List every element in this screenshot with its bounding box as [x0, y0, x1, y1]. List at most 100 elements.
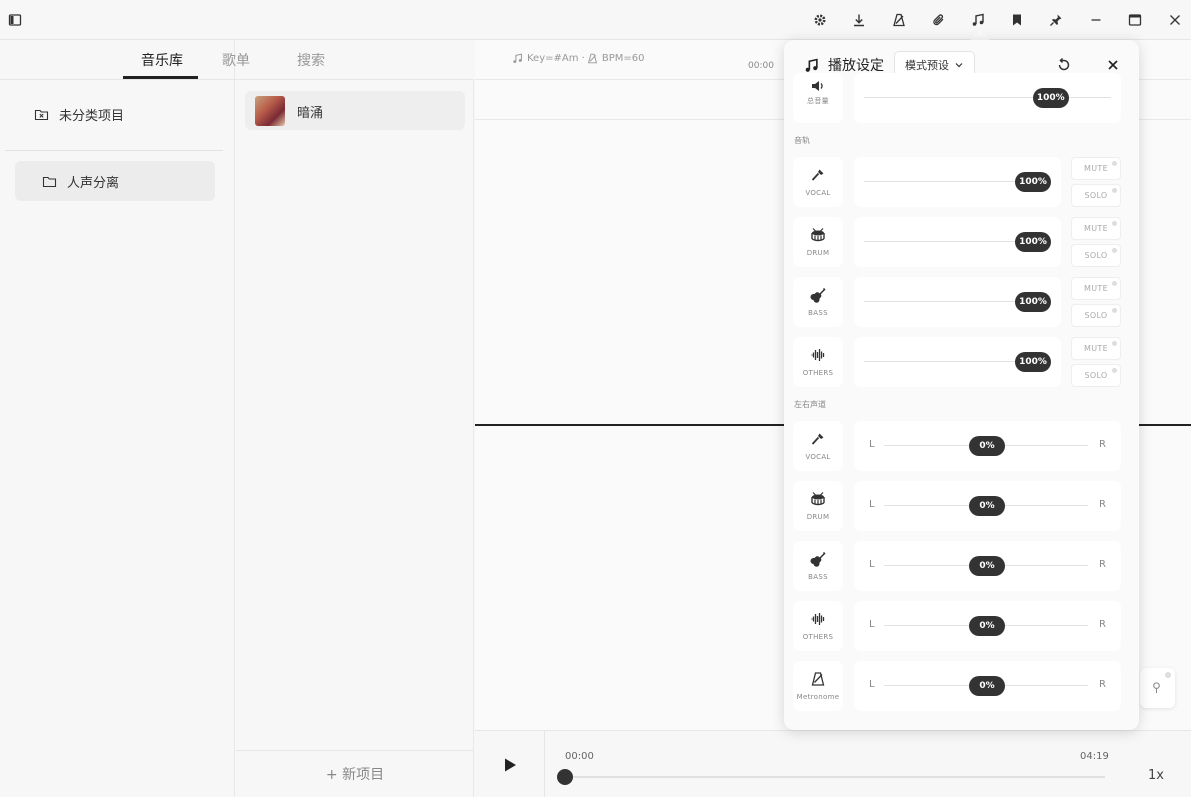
status-dot [1112, 161, 1117, 166]
mute-button[interactable]: MUTE [1071, 217, 1121, 240]
new-project-button[interactable]: + 新项目 [236, 750, 474, 797]
pan-slider[interactable]: L 0% R [854, 421, 1121, 471]
chevron-down-icon [955, 63, 963, 68]
mute-button[interactable]: MUTE [1071, 277, 1121, 300]
pan-track-name: Metronome [796, 693, 840, 701]
pan-slider[interactable]: L 0% R [854, 661, 1121, 711]
speaker-icon [812, 81, 823, 91]
mute-label: MUTE [1084, 344, 1108, 353]
track-row: BASS 100% MUTE SOLO [784, 277, 1139, 327]
solo-button[interactable]: SOLO [1071, 304, 1121, 327]
track-volume-value[interactable]: 100% [1015, 172, 1051, 192]
pan-row: OTHERS L 0% R [784, 601, 1139, 651]
settings-icon[interactable] [810, 10, 830, 30]
pan-value[interactable]: 0% [969, 496, 1005, 516]
music-note-icon[interactable] [968, 10, 988, 30]
key-bpm-info: Key=#Am · BPM=60 [512, 53, 644, 64]
panel-close-icon[interactable] [1106, 58, 1120, 72]
close-icon[interactable] [1165, 10, 1185, 30]
master-volume-box: 总音量 [793, 73, 843, 123]
pan-left-label: L [869, 679, 875, 690]
track-icon-box: OTHERS [793, 337, 843, 387]
pan-right-label: R [1099, 439, 1106, 450]
pan-right-label: R [1099, 679, 1106, 690]
download-icon[interactable] [849, 10, 869, 30]
pin-icon[interactable] [1046, 10, 1066, 30]
tab-search[interactable]: 搜索 [297, 50, 325, 70]
waveform-icon [811, 613, 825, 625]
pan-slider[interactable]: L 0% R [854, 541, 1121, 591]
track-row: VOCAL 100% MUTE SOLO [784, 157, 1139, 207]
status-dot [1112, 188, 1117, 193]
tab-playlist[interactable]: 歌单 [222, 50, 250, 70]
panel-title: 播放设定 [804, 55, 884, 75]
song-item[interactable]: 暗涌 [245, 91, 465, 130]
status-dot [1112, 308, 1117, 313]
track-volume-slider[interactable]: 100% [854, 337, 1061, 387]
track-volume-slider[interactable]: 100% [854, 157, 1061, 207]
pan-row: DRUM L 0% R [784, 481, 1139, 531]
track-name: BASS [808, 309, 828, 317]
pan-value[interactable]: 0% [969, 556, 1005, 576]
panel-title-text: 播放设定 [828, 58, 884, 74]
sidebar-toggle-icon[interactable] [5, 10, 25, 30]
microphone-icon [811, 433, 824, 445]
folder-column [0, 40, 235, 797]
solo-button[interactable]: SOLO [1071, 364, 1121, 387]
pan-row: Metronome L 0% R [784, 661, 1139, 711]
pan-value[interactable]: 0% [969, 436, 1005, 456]
master-volume-row: 总音量 100% [784, 73, 1139, 123]
folder-item-vocal-separation[interactable]: 人声分离 [15, 161, 215, 201]
minimize-icon[interactable] [1086, 10, 1106, 30]
track-volume-value[interactable]: 100% [1015, 352, 1051, 372]
status-dot [1165, 672, 1171, 678]
master-volume-slider[interactable]: 100% [854, 73, 1121, 123]
solo-label: SOLO [1084, 311, 1108, 320]
pan-icon-box: VOCAL [793, 421, 843, 471]
folder-icon [42, 176, 57, 187]
pan-right-label: R [1099, 619, 1106, 630]
pan-slider[interactable]: L 0% R [854, 481, 1121, 531]
mute-label: MUTE [1084, 284, 1108, 293]
pan-icon-box: OTHERS [793, 601, 843, 651]
master-volume-value[interactable]: 100% [1032, 88, 1069, 108]
solo-label: SOLO [1084, 371, 1108, 380]
play-button[interactable] [501, 756, 519, 774]
metronome-icon[interactable] [889, 10, 909, 30]
master-volume-label: 总音量 [807, 97, 829, 105]
track-volume-slider[interactable]: 100% [854, 217, 1061, 267]
folder-label: 人声分离 [67, 175, 120, 191]
status-dot [1112, 221, 1117, 226]
tab-library[interactable]: 音乐库 [141, 50, 183, 70]
track-volume-value[interactable]: 100% [1015, 292, 1051, 312]
track-icon-box: DRUM [793, 217, 843, 267]
ruler-start-time: 00:00 [748, 61, 774, 71]
mute-button[interactable]: MUTE [1071, 157, 1121, 180]
playback-settings-panel: 播放设定 模式预设 总音量 100% 音轨 左右声道 VOCAL 100% MU… [784, 40, 1139, 730]
maximize-icon[interactable] [1125, 10, 1145, 30]
bookmark-icon[interactable] [1007, 10, 1027, 30]
pan-icon-box: DRUM [793, 481, 843, 531]
pan-right-label: R [1099, 559, 1106, 570]
pan-left-label: L [869, 499, 875, 510]
playback-speed[interactable]: 1x [1148, 768, 1164, 783]
progress-thumb[interactable] [557, 769, 573, 785]
library-tabs: 音乐库 歌单 搜索 [0, 40, 474, 80]
pan-left-label: L [869, 439, 875, 450]
pan-value[interactable]: 0% [969, 676, 1005, 696]
folder-item-uncategorized[interactable]: 未分类项目 [34, 105, 124, 124]
folder-label: 未分类项目 [59, 109, 125, 124]
status-dot [1112, 368, 1117, 373]
reset-icon[interactable] [1056, 57, 1072, 73]
track-volume-value[interactable]: 100% [1015, 232, 1051, 252]
pan-slider[interactable]: L 0% R [854, 601, 1121, 651]
mute-button[interactable]: MUTE [1071, 337, 1121, 360]
progress-track[interactable] [565, 776, 1105, 778]
folder-divider [5, 150, 223, 151]
solo-button[interactable]: SOLO [1071, 244, 1121, 267]
solo-button[interactable]: SOLO [1071, 184, 1121, 207]
track-volume-slider[interactable]: 100% [854, 277, 1061, 327]
pan-value[interactable]: 0% [969, 616, 1005, 636]
guitar-icon [810, 551, 826, 567]
attachment-icon[interactable] [929, 10, 949, 30]
